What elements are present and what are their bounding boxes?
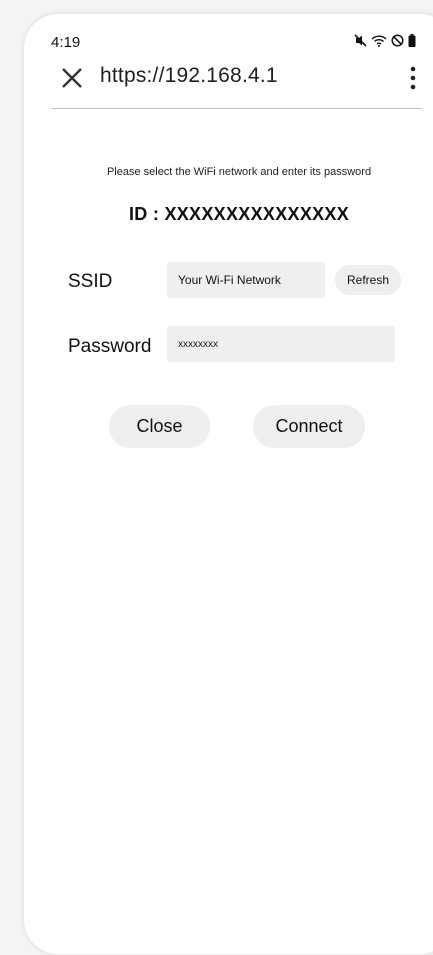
wifi-icon bbox=[371, 34, 387, 47]
status-time: 4:19 bbox=[51, 34, 81, 51]
instruction-text: Please select the WiFi network and enter… bbox=[106, 166, 372, 178]
battery-icon bbox=[408, 34, 416, 47]
status-icons bbox=[354, 34, 416, 47]
url-text[interactable]: https://192.168.4.1 bbox=[100, 64, 278, 88]
connect-button[interactable]: Connect bbox=[253, 405, 365, 448]
status-bar: 4:19 bbox=[24, 14, 433, 58]
do-not-disturb-icon bbox=[391, 34, 404, 47]
ssid-field[interactable] bbox=[167, 262, 325, 298]
mute-icon bbox=[354, 34, 367, 47]
ssid-label: SSID bbox=[68, 271, 113, 292]
close-icon[interactable] bbox=[59, 65, 85, 91]
refresh-button[interactable]: Refresh bbox=[335, 265, 401, 295]
kebab-menu-icon[interactable] bbox=[407, 65, 419, 91]
password-field[interactable] bbox=[167, 326, 395, 362]
password-label: Password bbox=[68, 336, 152, 357]
browser-url-bar: https://192.168.4.1 bbox=[52, 64, 422, 109]
close-button[interactable]: Close bbox=[109, 405, 210, 448]
phone-screen: 4:19 https://192.168.4.1 Please select t… bbox=[24, 14, 433, 954]
device-id: ID : XXXXXXXXXXXXXXX bbox=[128, 204, 350, 224]
